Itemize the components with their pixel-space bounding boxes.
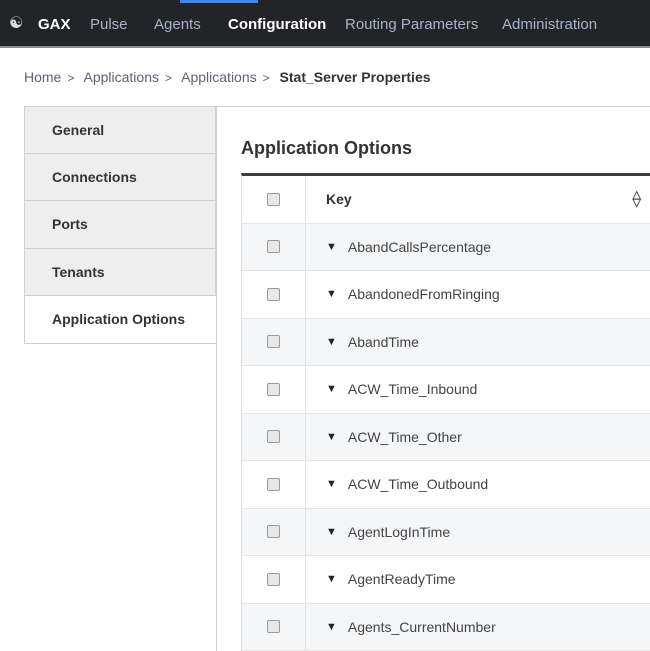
row-checkbox[interactable] [242,556,306,603]
expand-triangle-icon[interactable]: ▼ [326,336,337,348]
expand-triangle-icon[interactable]: ▼ [326,621,337,633]
expand-triangle-icon[interactable]: ▼ [326,241,337,253]
tab-connections[interactable]: Connections [24,153,216,201]
section-title: Application Options [241,138,412,158]
table-row[interactable]: ▼ AgentLogInTime [242,508,650,556]
option-key: ACW_Time_Outbound [347,476,489,493]
crumb-home[interactable]: Home [24,69,61,85]
table-row[interactable]: ▼ AbandonedFromRinging [242,271,650,319]
table-row[interactable]: ▼ Agents_CurrentNumber [242,603,650,651]
crumb-current: Stat_Server Properties [279,69,431,85]
database-logo-icon: ☯ [9,15,24,32]
options-table: Key △ ▽ ▼ AbandCallsPercentage ▼ AbandonedFro… [241,173,650,651]
tab-tenants[interactable]: Tenants [24,248,216,296]
option-key: AbandCallsPercentage [347,238,492,255]
brand-gax[interactable]: GAX [38,16,71,33]
crumb-applications-2[interactable]: Applications [181,69,257,85]
table-row[interactable]: ▼ ACW_Time_Outbound [242,461,650,509]
nav-agents[interactable]: Agents [154,16,201,33]
tab-application-options[interactable]: Application Options [24,296,216,344]
row-checkbox[interactable] [242,413,306,460]
option-key: AgentLogInTime [347,523,451,540]
row-checkbox[interactable] [242,461,306,508]
breadcrumb: Home > Applications > Applications > Stat_S… [24,69,431,85]
row-checkbox[interactable] [242,508,306,555]
row-checkbox[interactable] [242,318,306,365]
table-row[interactable]: ▼ ACW_Time_Other [242,413,650,461]
side-tabs: General Connections Ports Tenants Applic… [24,106,216,344]
nav-pulse[interactable]: Pulse [90,16,128,33]
nav-routing-parameters[interactable]: Routing Parameters [345,16,478,33]
table-row[interactable]: ▼ AbandCallsPercentage [242,223,650,271]
option-key: ACW_Time_Other [347,428,462,445]
select-all-checkbox[interactable] [242,176,306,223]
table-header: Key △ ▽ [242,176,650,224]
divider [216,106,650,107]
divider [216,106,217,651]
crumb-applications[interactable]: Applications [84,69,160,85]
expand-triangle-icon[interactable]: ▼ [326,288,337,300]
option-key: AbandTime [347,333,419,350]
expand-triangle-icon[interactable]: ▼ [326,431,337,443]
row-checkbox[interactable] [242,366,306,413]
row-checkbox[interactable] [242,223,306,270]
sort-icon[interactable]: △ ▽ [633,190,641,209]
expand-triangle-icon[interactable]: ▼ [326,573,337,585]
row-checkbox[interactable] [242,271,306,318]
column-key[interactable]: Key [326,191,352,207]
row-checkbox[interactable] [242,603,306,650]
table-row[interactable]: ▼ AbandTime [242,318,650,366]
option-key: AgentReadyTime [347,571,456,588]
option-key: ACW_Time_Inbound [347,381,478,398]
active-indicator [180,0,258,3]
expand-triangle-icon[interactable]: ▼ [326,383,337,395]
table-row[interactable]: ▼ ACW_Time_Inbound [242,366,650,414]
option-key: AbandonedFromRinging [347,286,500,303]
nav-configuration[interactable]: Configuration [228,16,326,33]
option-key: Agents_CurrentNumber [347,618,496,635]
nav-administration[interactable]: Administration [502,16,597,33]
expand-triangle-icon[interactable]: ▼ [326,526,337,538]
top-nav: ☯ GAX Pulse Agents Configuration Routing… [0,0,650,48]
table-row[interactable]: ▼ AgentReadyTime [242,556,650,604]
tab-general[interactable]: General [24,106,216,154]
expand-triangle-icon[interactable]: ▼ [326,478,337,490]
tab-ports[interactable]: Ports [24,201,216,249]
